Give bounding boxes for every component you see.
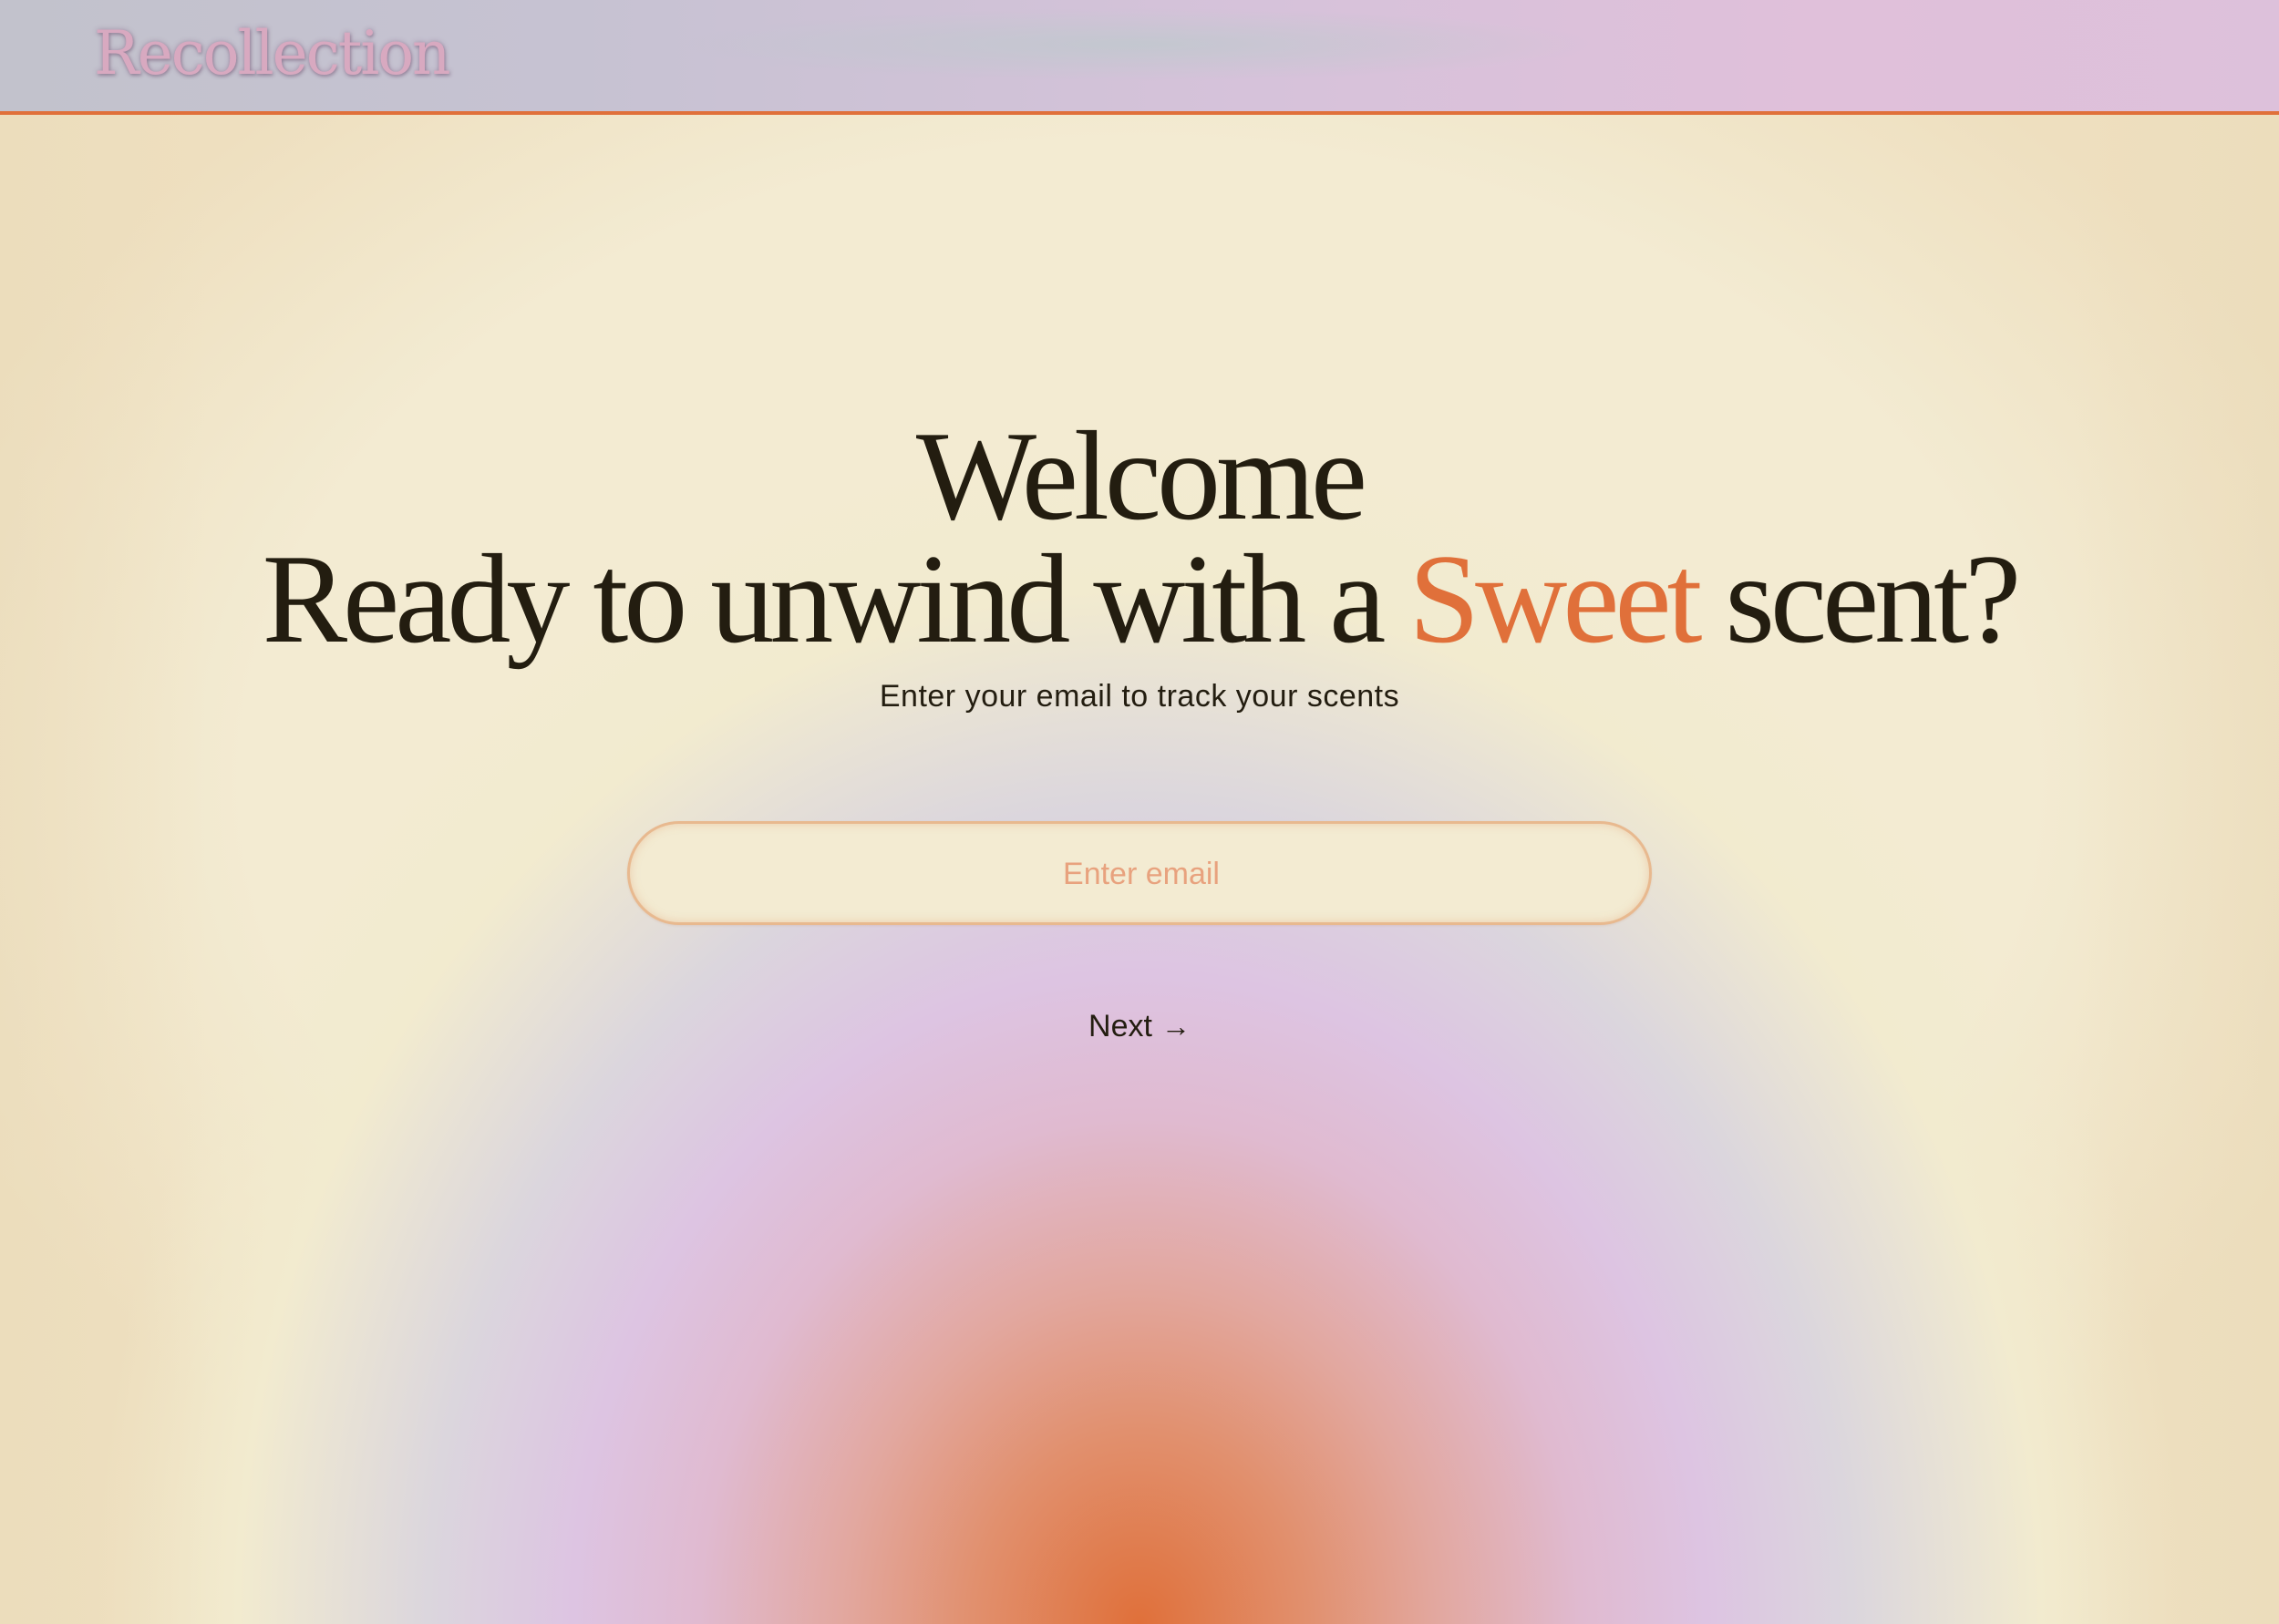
next-button[interactable]: Next → <box>1048 1001 1231 1052</box>
next-button-label: Next <box>1088 1008 1152 1043</box>
top-bar: Recollection <box>0 0 2279 115</box>
email-input[interactable] <box>630 824 1653 924</box>
page-background: Recollection Welcome Ready to unwind wit… <box>0 0 2279 1624</box>
headline-prefix: Ready to unwind with a <box>262 529 1387 670</box>
headline: Welcome Ready to unwind with a Sweet sce… <box>0 413 2279 663</box>
headline-accent-word: Sweet <box>1408 529 1702 670</box>
arrow-right-icon: → <box>1160 1009 1191 1043</box>
subtitle: Enter your email to track your scents <box>879 679 1400 714</box>
email-field[interactable] <box>627 821 1653 925</box>
brand-logo[interactable]: Recollection <box>94 24 451 84</box>
hero: Welcome Ready to unwind with a Sweet sce… <box>0 413 2279 714</box>
headline-welcome: Welcome <box>915 406 1367 547</box>
headline-suffix: scent? <box>1725 529 2021 670</box>
